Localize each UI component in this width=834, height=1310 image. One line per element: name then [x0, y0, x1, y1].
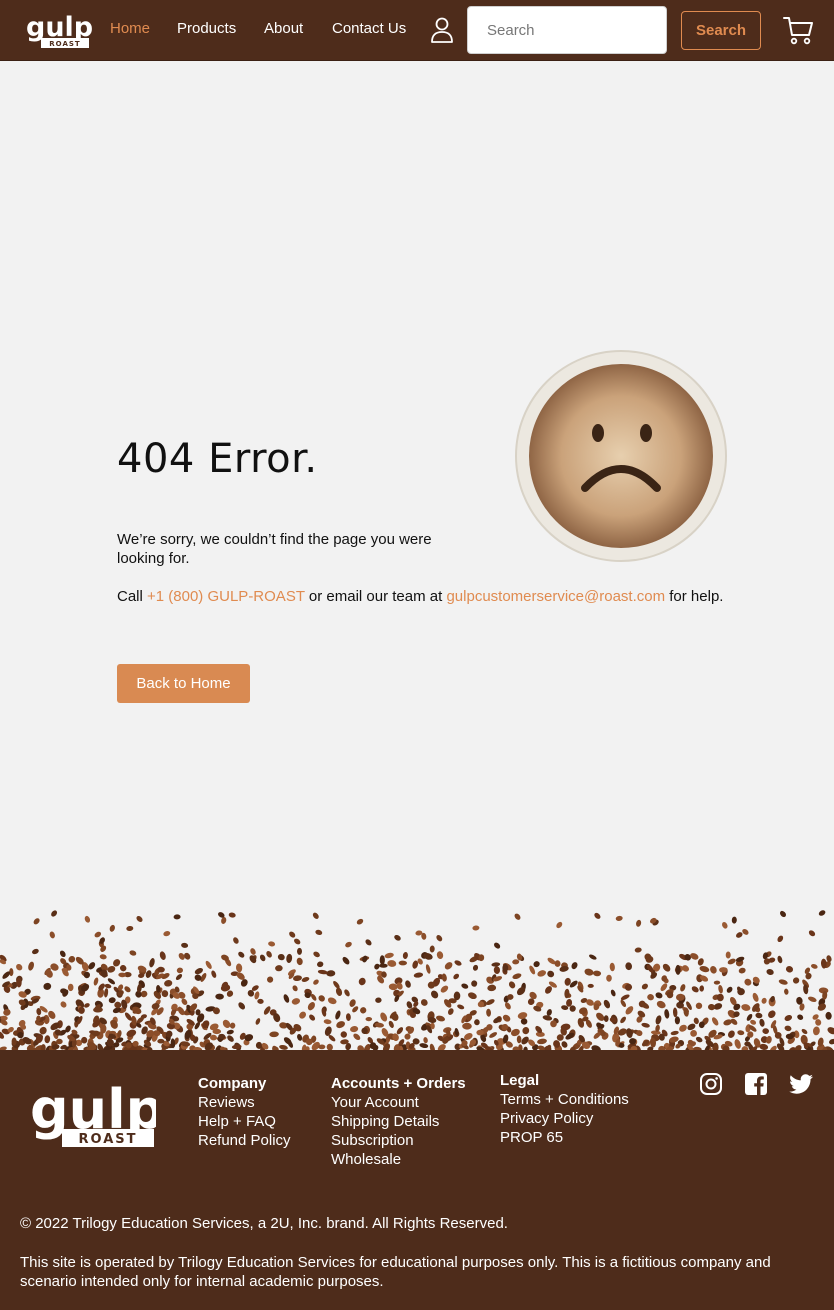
error-message: We’re sorry, we couldn’t find the page y… — [117, 531, 432, 567]
coffee-beans-image — [0, 910, 834, 1050]
footer-link-reviews[interactable]: Reviews — [198, 1093, 291, 1112]
footer-link-wholesale[interactable]: Wholesale — [331, 1150, 466, 1169]
search-input[interactable] — [467, 6, 667, 54]
footer-accounts-column: Accounts + Orders Your Account Shipping … — [331, 1074, 466, 1169]
footer-link-shipping-details[interactable]: Shipping Details — [331, 1112, 466, 1131]
footer-legal-heading: Legal — [500, 1072, 540, 1089]
disclaimer-text: This site is operated by Trilogy Educati… — [20, 1254, 771, 1290]
nav-home[interactable]: Home — [110, 20, 150, 37]
site-header: gulp ROAST Home Products About Contact U… — [0, 0, 834, 61]
footer-link-prop-65[interactable]: PROP 65 — [500, 1128, 629, 1147]
footer-link-subscription[interactable]: Subscription — [331, 1131, 466, 1150]
sad-coffee-image — [497, 338, 727, 578]
search-button[interactable]: Search — [681, 11, 761, 50]
twitter-icon[interactable] — [788, 1072, 814, 1096]
facebook-icon[interactable] — [744, 1072, 768, 1096]
nav-about[interactable]: About — [264, 20, 303, 37]
footer-legal-column: Legal Terms + Conditions Privacy Policy … — [500, 1071, 629, 1147]
instagram-icon[interactable] — [699, 1072, 723, 1096]
email-link[interactable]: gulpcustomerservice@roast.com — [446, 588, 665, 605]
help-suffix: for help. — [665, 588, 724, 605]
user-icon[interactable] — [430, 17, 454, 43]
footer-link-terms[interactable]: Terms + Conditions — [500, 1090, 629, 1109]
site-footer: gulp ROAST Company Reviews Help + FAQ Re… — [0, 1050, 834, 1310]
nav-products[interactable]: Products — [177, 20, 236, 37]
help-prefix: Call — [117, 588, 148, 605]
footer-company-heading: Company — [198, 1075, 267, 1092]
help-text: Call +1 (800) GULP-ROAST or email our te… — [117, 587, 727, 606]
copyright-text: © 2022 Trilogy Education Services, a 2U,… — [20, 1215, 508, 1232]
logo-sub: ROAST — [49, 40, 80, 48]
gulp-roast-logo-footer[interactable]: gulp ROAST — [28, 1074, 156, 1158]
help-middle: or email our team at — [304, 588, 447, 605]
gulp-roast-logo[interactable]: gulp ROAST — [24, 9, 92, 51]
footer-accounts-heading: Accounts + Orders — [331, 1075, 466, 1092]
footer-link-refund-policy[interactable]: Refund Policy — [198, 1131, 291, 1150]
cart-icon[interactable] — [782, 14, 814, 46]
footer-link-your-account[interactable]: Your Account — [331, 1093, 466, 1112]
back-to-home-button[interactable]: Back to Home — [117, 664, 250, 703]
footer-link-privacy-policy[interactable]: Privacy Policy — [500, 1109, 629, 1128]
footer-company-column: Company Reviews Help + FAQ Refund Policy — [198, 1074, 291, 1150]
footer-link-help-faq[interactable]: Help + FAQ — [198, 1112, 291, 1131]
footer-logo-sub: ROAST — [78, 1132, 137, 1147]
error-title: 404 Error. — [117, 436, 318, 482]
nav-contact-us[interactable]: Contact Us — [332, 20, 406, 37]
phone-link[interactable]: +1 (800) GULP-ROAST — [147, 588, 305, 605]
